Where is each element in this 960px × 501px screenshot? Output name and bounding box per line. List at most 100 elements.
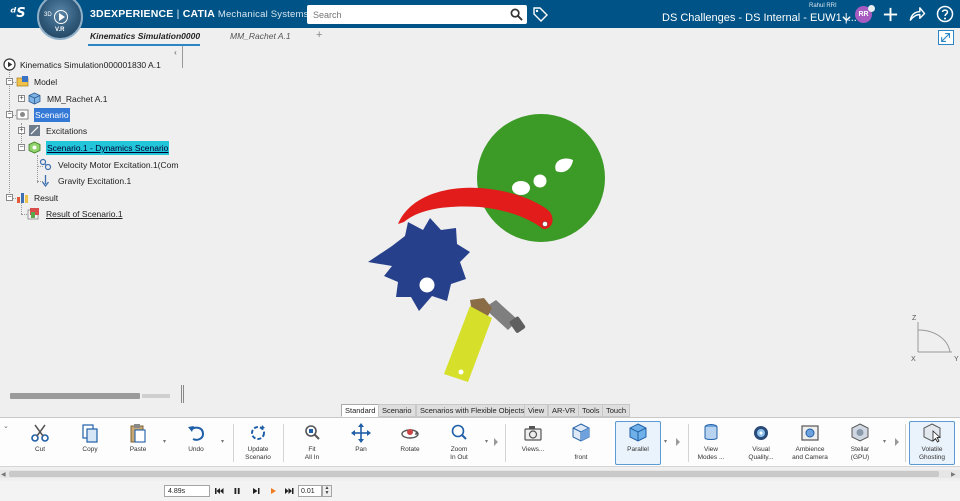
section-tab-standard[interactable]: Standard <box>341 404 380 417</box>
view-modes-button[interactable]: View Modes ... <box>696 422 726 466</box>
status-dot <box>868 5 875 12</box>
expander-minus-icon[interactable]: − <box>6 111 13 118</box>
skip-to-end-icon[interactable] <box>284 486 294 496</box>
view-modes-label-line1: View <box>704 446 718 453</box>
tree-node-result-of-scenario[interactable]: Result of Scenario.1 <box>27 207 182 221</box>
tag-icon[interactable] <box>532 6 548 22</box>
group-expand-icon[interactable] <box>676 438 682 446</box>
lever-hole <box>458 369 464 375</box>
panel-splitter-handle[interactable] <box>181 385 184 403</box>
step-forward-icon[interactable] <box>251 486 261 496</box>
fullscreen-icon[interactable] <box>938 30 954 45</box>
rotate-button[interactable]: Rotate <box>394 422 426 466</box>
search-icon[interactable] <box>510 8 523 21</box>
add-tab-icon[interactable]: + <box>316 29 322 41</box>
action-bar-scrollbar-thumb[interactable] <box>9 471 939 477</box>
section-tab-scenario[interactable]: Scenario <box>378 404 416 417</box>
expander-plus-icon[interactable]: + <box>18 95 25 102</box>
tree-splitter[interactable] <box>182 46 184 68</box>
section-tab-ar-vr[interactable]: AR-VR <box>548 404 580 417</box>
views-button[interactable]: Views... <box>518 422 548 466</box>
group-expand-icon[interactable] <box>895 438 901 446</box>
compass-play-icon[interactable] <box>54 10 68 24</box>
document-tabs: Kinematics Simulation0000 MM_Rachet A.1 … <box>80 28 960 46</box>
tree-node-velocity-motor[interactable]: Velocity Motor Excitation.1(Com <box>39 158 182 172</box>
expander-plus-icon[interactable]: + <box>18 127 25 134</box>
undo-button[interactable]: Undo <box>180 422 212 466</box>
time-field[interactable] <box>164 485 210 497</box>
action-bar-menu-icon[interactable]: ⌄ <box>3 422 9 430</box>
parallel-dropdown-icon[interactable]: ▾ <box>664 438 670 445</box>
group-expand-icon[interactable] <box>494 438 500 446</box>
pan-label: Pan <box>355 446 367 453</box>
step-spinner[interactable]: ▲ ▼ <box>322 485 332 497</box>
section-tab-flexible-objects[interactable]: Scenarios with Flexible Objects <box>416 404 529 417</box>
parallel-projection-button[interactable]: Parallel <box>615 421 661 465</box>
ds-logo-icon[interactable]: ᵈS <box>10 6 26 21</box>
update-label-line2: Scenario <box>245 454 271 461</box>
stellar-gpu-button[interactable]: Stellar (GPU) <box>844 422 876 466</box>
collab-space-selector[interactable]: DS Challenges - DS Internal - EUW1 |... <box>662 12 857 24</box>
zoom-label-line1: Zoom <box>450 446 468 453</box>
tab-mm-rachet[interactable]: MM_Rachet A.1 <box>230 31 291 41</box>
skip-to-start-icon[interactable] <box>214 486 224 496</box>
play-icon[interactable] <box>268 486 278 496</box>
help-icon[interactable] <box>936 5 954 23</box>
tree-node-scenario-1[interactable]: − Scenario.1 - Dynamics Scenario <box>15 141 180 155</box>
plus-icon[interactable] <box>882 6 899 23</box>
tree-node-scenario[interactable]: − Scenario <box>3 108 178 122</box>
tree-node-mm-rachet[interactable]: + MM_Rachet A.1 <box>15 92 180 106</box>
zoom-dropdown-icon[interactable]: ▾ <box>485 438 491 445</box>
cut-button[interactable]: Cut <box>24 422 56 466</box>
3d-viewport-model[interactable] <box>340 100 640 390</box>
axis-tripod[interactable]: Z X Y <box>905 313 960 363</box>
front-label: front <box>574 454 588 461</box>
tree-node-excitations[interactable]: + Excitations <box>15 124 180 138</box>
undo-icon <box>188 426 205 441</box>
velocity-motor-icon <box>39 158 52 171</box>
stellar-label-line2: (GPU) <box>850 454 870 461</box>
zoom-in-out-button[interactable]: Zoom In Out <box>443 422 475 466</box>
tree-node-result[interactable]: − Result <box>3 191 178 205</box>
compass-widget[interactable]: 3D V.R <box>37 0 83 40</box>
ambience-camera-button[interactable]: Ambience and Camera <box>790 422 830 466</box>
tree-scrollbar-thumb[interactable] <box>10 393 140 399</box>
toolbar-separator <box>905 424 906 462</box>
visual-quality-button[interactable]: Visual Quality... <box>745 422 777 466</box>
paste-dropdown-icon[interactable]: ▾ <box>163 438 169 445</box>
share-icon[interactable] <box>908 6 926 23</box>
copy-button[interactable]: Copy <box>74 422 106 466</box>
pause-icon[interactable] <box>232 486 242 496</box>
scroll-right-icon[interactable]: ▶ <box>951 471 956 478</box>
tree-node-model[interactable]: − Model <box>3 75 178 89</box>
tree-scrollbar-track[interactable] <box>142 394 170 398</box>
visual-quality-label-line1: Visual <box>752 446 770 453</box>
paste-button[interactable]: Paste <box>122 422 154 466</box>
front-dot-label: · <box>579 446 583 453</box>
section-tab-view[interactable]: View <box>524 404 549 417</box>
stellar-dropdown-icon[interactable]: ▾ <box>883 438 889 445</box>
time-step-field[interactable] <box>298 485 322 497</box>
expander-minus-icon[interactable]: − <box>6 194 13 201</box>
volatile-ghosting-button[interactable]: Volatile Ghosting <box>909 421 955 465</box>
expander-minus-icon[interactable]: − <box>18 144 25 151</box>
scroll-left-icon[interactable]: ◀ <box>1 471 6 478</box>
undo-label: Undo <box>188 446 204 453</box>
update-scenario-button[interactable]: Update Scenario <box>240 422 276 466</box>
view-modes-icon <box>704 424 718 440</box>
undo-dropdown-icon[interactable]: ▾ <box>221 438 227 445</box>
section-tab-tools[interactable]: Tools <box>578 404 604 417</box>
tree-node-root[interactable]: Kinematics Simulation000001830 A.1 <box>3 58 178 72</box>
view-modes-label-line2: Modes ... <box>697 454 725 461</box>
tree-node-gravity[interactable]: Gravity Excitation.1 <box>39 174 182 188</box>
fit-all-in-button[interactable]: Fit All In <box>296 422 328 466</box>
pan-button[interactable]: Pan <box>345 422 377 466</box>
expander-minus-icon[interactable]: − <box>6 78 13 85</box>
front-view-button[interactable]: · front <box>566 422 596 466</box>
search-box[interactable] <box>307 5 527 24</box>
tab-kinematics-simulation[interactable]: Kinematics Simulation0000 <box>90 31 200 41</box>
update-label-line1: Update <box>247 446 269 453</box>
chevron-down-icon[interactable] <box>842 14 851 23</box>
section-tab-touch[interactable]: Touch <box>602 404 631 417</box>
search-input[interactable] <box>307 5 502 24</box>
